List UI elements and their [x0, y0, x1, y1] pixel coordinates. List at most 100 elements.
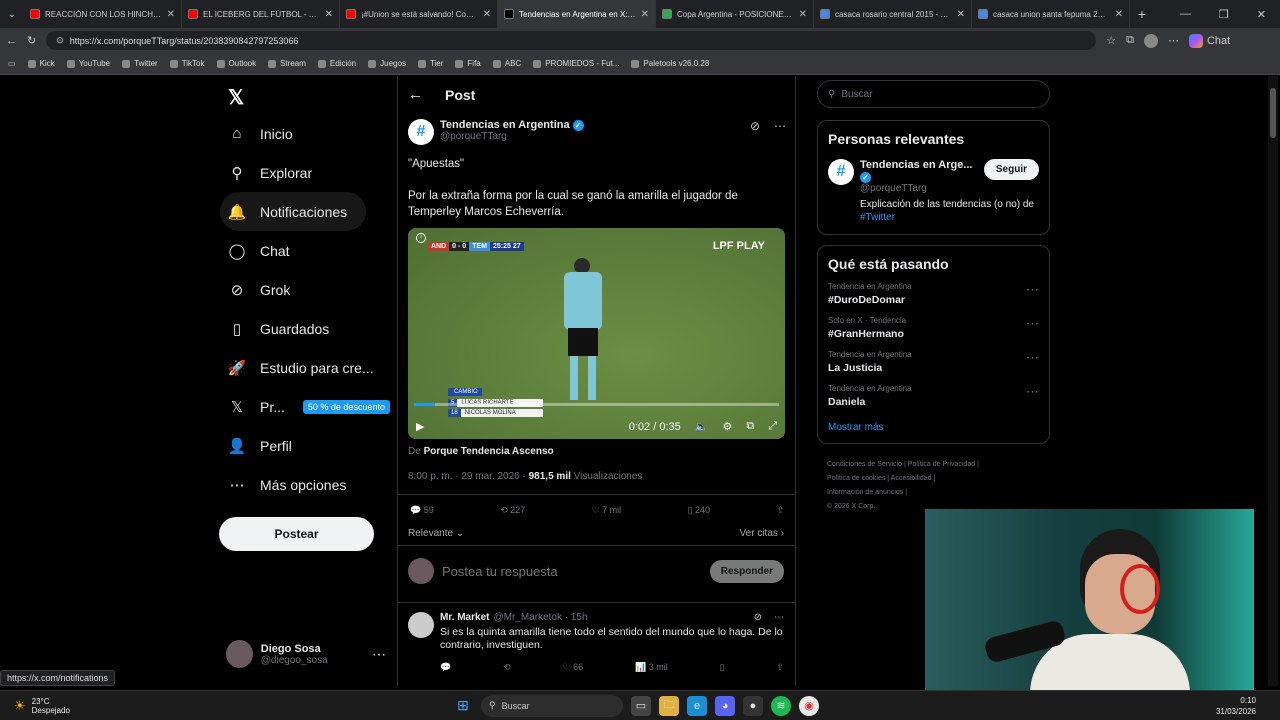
like-action[interactable]: ♡ 66 — [563, 662, 584, 673]
repost-action[interactable]: ⟲ — [503, 662, 511, 673]
discord-icon[interactable]: ◕ — [715, 695, 735, 716]
tab-close-icon[interactable]: ✕ — [167, 9, 175, 20]
author-name[interactable]: Tendencias en Argentina — [440, 119, 570, 131]
sidebar-item-profile[interactable]: 👤 Perfil — [220, 426, 390, 465]
video-nav-icon[interactable]: ‹ — [416, 233, 426, 243]
tab-close-icon[interactable]: ✕ — [483, 9, 491, 20]
sidebar-item-chat[interactable]: ◯ Chat — [220, 231, 390, 270]
person-avatar[interactable]: # — [828, 159, 854, 185]
share-icon[interactable]: ⇧ — [776, 505, 784, 516]
trend-item[interactable]: Tendencia en Argentina La Justicia ⋯ — [828, 350, 1039, 374]
views-action[interactable]: 📊 3 mil — [635, 662, 668, 673]
tab-6[interactable]: casaca rosario central 2015 - Búsq ✕ — [814, 0, 972, 28]
person-name[interactable]: Tendencias en Arge... — [860, 159, 972, 171]
tab-close-icon[interactable]: ✕ — [1115, 9, 1123, 20]
sidebar-item-search[interactable]: ⚲ Explorar — [220, 153, 390, 192]
reload-icon[interactable]: ↻ — [27, 34, 36, 47]
task-view-icon[interactable]: ▭ — [631, 695, 651, 716]
play-icon[interactable]: ▶ — [416, 420, 424, 433]
repost-action[interactable]: ⟲ 227 — [500, 505, 525, 516]
video-progress-bar[interactable] — [414, 403, 779, 406]
reply-input[interactable]: Postea tu respuesta — [442, 564, 702, 579]
author-avatar[interactable]: # — [408, 119, 434, 145]
trend-more-icon[interactable]: ⋯ — [1026, 282, 1039, 306]
back-icon[interactable]: ← — [6, 35, 17, 47]
taskbar-search[interactable]: ⚲ Buscar — [481, 694, 623, 717]
bookmark-item[interactable]: ABC — [492, 59, 521, 68]
reply-author[interactable]: Mr. Market — [440, 612, 489, 623]
weather-widget[interactable]: ☀ 23°C Despejado — [0, 697, 200, 715]
settings-icon[interactable]: ⚙ — [722, 420, 732, 433]
reply-action[interactable]: 💬 — [440, 662, 451, 673]
author-handle[interactable]: @porqueTTarg — [440, 131, 744, 142]
bookmark-item[interactable]: Outlook — [216, 59, 256, 68]
chrome-icon[interactable]: ◉ — [799, 695, 819, 716]
bookmark-item[interactable]: Tier — [417, 59, 443, 68]
trend-more-icon[interactable]: ⋯ — [1026, 350, 1039, 374]
collections-icon[interactable]: ▭ — [8, 59, 16, 68]
tab-close-icon[interactable]: ✕ — [957, 9, 965, 20]
bookmark-item[interactable]: Twitter — [122, 59, 158, 68]
reply-action[interactable]: 💬 59 — [410, 505, 434, 516]
video-player[interactable]: AND 0 - 0 TEM 25:25 27 LPF PLAY ‹ CAMBIO… — [408, 228, 785, 439]
account-switcher[interactable]: Diego Sosa @diegoo_sosa ⋯ — [226, 640, 386, 668]
bookmark-item[interactable]: Paletools v26.0.28 — [631, 59, 709, 68]
bookmark-item[interactable]: Juegos — [368, 59, 406, 68]
close-window-icon[interactable]: ✕ — [1257, 8, 1266, 21]
sidebar-item-bookmark[interactable]: ▯ Guardados — [220, 309, 390, 348]
trend-more-icon[interactable]: ⋯ — [1026, 316, 1039, 340]
bookmark-item[interactable]: TikTok — [169, 59, 205, 68]
tab-7[interactable]: casaca union santa fepuma 2003 ✕ — [972, 0, 1130, 28]
reply-button[interactable]: Responder — [709, 559, 784, 583]
grok-icon[interactable]: ⊘ — [754, 612, 762, 623]
bookmark-item[interactable]: Stream — [268, 59, 306, 68]
sidebar-item-bell[interactable]: 🔔 Notificaciones — [220, 192, 366, 231]
clock[interactable]: 0:10 31/03/2026 — [1216, 695, 1280, 717]
reply-more-icon[interactable]: ⋯ — [774, 612, 784, 623]
bookmark-item[interactable]: PROMIEDOS - Fut... — [533, 59, 619, 68]
new-tab-icon[interactable]: + — [1130, 6, 1154, 22]
bookmark-item[interactable]: YouTube — [66, 59, 110, 68]
tab-list-icon[interactable]: ⌄ — [0, 9, 24, 20]
quotes-link[interactable]: Ver citas › — [740, 528, 784, 539]
tab-2[interactable]: EL ICEBERG DEL FÚTBOL - YouTube ✕ — [182, 0, 340, 28]
follow-button[interactable]: Seguir — [983, 159, 1039, 180]
account-icon[interactable] — [1143, 33, 1158, 48]
scrollbar[interactable] — [1268, 76, 1278, 686]
sidebar-item-home[interactable]: ⌂ Inicio — [220, 114, 390, 153]
person-bio-tag[interactable]: #Twitter — [860, 212, 895, 223]
footer-line[interactable]: Condiciones de Servicio | Política de Pr… — [827, 458, 1050, 472]
windows-start-icon[interactable]: ⊞ — [453, 696, 473, 716]
post-more-icon[interactable]: ⋯ — [774, 119, 786, 145]
tab-4[interactable]: Tendencias en Argentina en X: ""A ✕ — [498, 0, 656, 28]
restore-icon[interactable]: ❐ — [1219, 8, 1229, 21]
tab-5[interactable]: Copa Argentina - POSICIONES, RE ✕ — [656, 0, 814, 28]
trend-more-icon[interactable]: ⋯ — [1026, 384, 1039, 408]
show-more-link[interactable]: Mostrar más — [828, 422, 1039, 433]
footer-line[interactable]: Información de anuncios | — [827, 486, 1050, 500]
tab-3[interactable]: ¡#Union se está salvando! Con co ✕ — [340, 0, 498, 28]
reply-tweet[interactable]: Mr. Market @Mr_Marketok · 15h ⊘ ⋯ Si es la … — [408, 612, 784, 673]
sidebar-item-more[interactable]: ⋯ Más opciones — [220, 465, 390, 504]
spotify-icon[interactable]: ≋ — [771, 695, 791, 716]
tab-close-icon[interactable]: ✕ — [641, 9, 649, 20]
edge-icon[interactable]: e — [687, 695, 707, 716]
bookmark-item[interactable]: Edición — [317, 59, 356, 68]
site-info-icon[interactable]: ⊙ — [56, 35, 64, 46]
share-icon[interactable]: ⇧ — [776, 662, 784, 673]
app-icon[interactable]: ● — [743, 695, 763, 716]
url-field[interactable]: ⊙ https://x.com/porqueTTarg/status/20383… — [46, 31, 1097, 50]
tab-close-icon[interactable]: ✕ — [325, 9, 333, 20]
volume-icon[interactable]: 🔈 — [695, 420, 709, 433]
tab-close-icon[interactable]: ✕ — [799, 9, 807, 20]
from-source[interactable]: Porque Tendencia Ascenso — [424, 446, 554, 457]
favorites-icon[interactable]: ☆ — [1106, 34, 1116, 47]
footer-line[interactable]: Política de cookies | Accesibilidad | — [827, 472, 1050, 486]
sidebar-item-grok[interactable]: ⊘ Grok — [220, 270, 390, 309]
bookmark-item[interactable]: Kick — [27, 59, 55, 68]
trend-item[interactable]: Solo en X · Tendencia #GranHermano ⋯ — [828, 316, 1039, 340]
search-input[interactable]: ⚲ Buscar — [817, 80, 1050, 108]
post-button[interactable]: Postear — [219, 517, 374, 551]
tab-1[interactable]: REACCIÓN CON LOS HINCHAS / R ✕ — [24, 0, 182, 28]
bookmark-item[interactable]: Fifa — [455, 59, 481, 68]
